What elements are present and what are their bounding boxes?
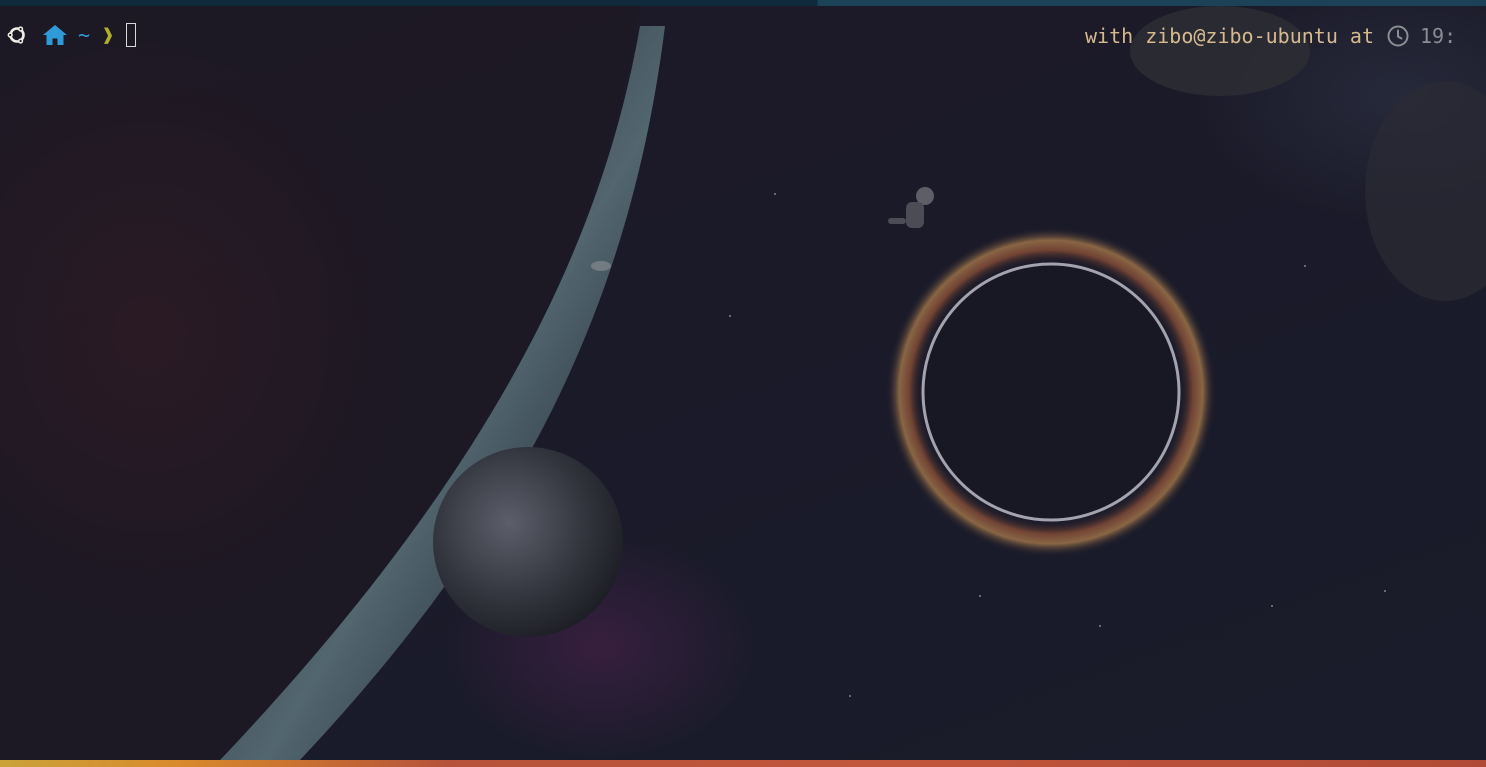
current-directory: ~ (78, 23, 91, 47)
home-icon (42, 23, 68, 47)
space-wallpaper (0, 6, 1486, 760)
asteroid-top (1130, 6, 1310, 96)
ubuntu-icon (6, 24, 28, 46)
black-hole (921, 262, 1181, 522)
prompt-left: ~ ❱ (6, 20, 137, 50)
time-display: 19: (1420, 24, 1457, 48)
asteroid-right (1365, 81, 1486, 301)
prompt-right: with zibo@zibo-ubuntu at 19: (1085, 22, 1456, 50)
prompt-symbol: ❱ (102, 23, 115, 47)
clock-icon (1386, 24, 1410, 48)
astronaut (888, 187, 934, 228)
at-label: at (1349, 24, 1375, 48)
terminal-window[interactable]: ~ ❱ with zibo@zibo-ubuntu at 19: (0, 6, 1486, 760)
text-cursor[interactable] (126, 23, 137, 47)
moon (433, 447, 623, 637)
user-host: zibo@zibo-ubuntu (1145, 24, 1338, 48)
desktop-bottom-edge (0, 760, 1486, 767)
small-moon (591, 261, 611, 271)
with-label: with (1085, 24, 1134, 48)
